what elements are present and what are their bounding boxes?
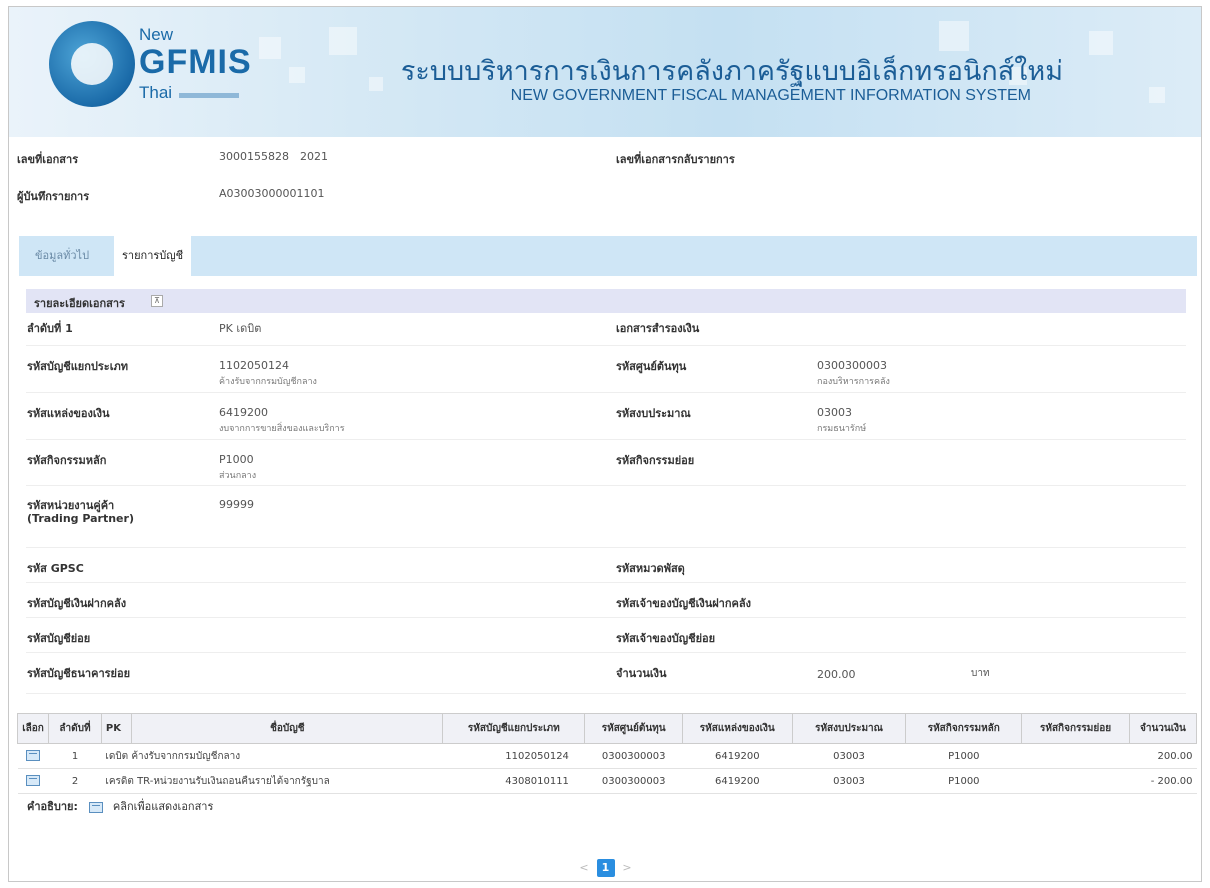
col-cost-center: รหัสศูนย์ต้นทุน [584,713,683,744]
prev-page-button[interactable]: < [575,861,593,874]
pagination: < 1 > [575,859,636,877]
row-gl-code: 4308010111 [442,768,585,794]
cost-center-label: รหัสศูนย์ต้นทุน [616,360,687,373]
section-header: รายละเอียดเอกสาร ⊼ [26,289,1186,313]
logo-thai-text: Thai [139,83,173,102]
budget-name: กรมธนารักษ์ [817,424,867,434]
sub-account-label: รหัสบัญชีย่อย [27,632,91,645]
legend-label: คำอธิบาย: [27,800,78,813]
document-icon[interactable] [26,775,41,787]
row-amount: - 200.00 [1129,768,1197,794]
row-seq: 2 [48,768,102,794]
fund-label: รหัสแหล่งของเงิน [27,407,110,420]
sub-account-owner-label: รหัสเจ้าของบัญชีย่อย [616,632,716,645]
col-gl-code: รหัสบัญชีแยกประเภท [442,713,586,744]
account-items-table: เลือก ลำดับที่ PK ชื่อบัญชี รหัสบัญชีแยก… [16,713,1198,794]
main-activity-label: รหัสกิจกรรมหลัก [27,454,107,467]
table-row: 2 เครดิต TR-หน่วยงานรับเงินถอนคืนรายได้จ… [17,768,1197,794]
fund-code: 6419200 [219,406,268,419]
cost-center-code: 0300300003 [817,359,887,372]
seq-label: ลำดับที่ 1 [27,322,73,335]
row-budget: 03003 [792,768,906,794]
trading-partner-code: 99999 [219,498,254,511]
budget-label: รหัสงบประมาณ [616,407,691,420]
tab-general-info[interactable]: ข้อมูลทั่วไป [27,236,97,276]
col-main-activity: รหัสกิจกรรมหลัก [905,713,1023,744]
sub-activity-label: รหัสกิจกรรมย่อย [616,454,695,467]
row-sub-activity [1021,743,1130,769]
main-activity-name: ส่วนกลาง [219,471,257,481]
col-pk: PK [100,713,133,744]
col-seq: ลำดับที่ [48,713,102,744]
row-seq: 1 [48,743,102,769]
row-pk: เดบิต [105,750,129,762]
row-account-name: TR-หน่วยงานรับเงินถอนคืนรายได้จากรัฐบาล [137,775,330,787]
row-budget: 03003 [792,743,906,769]
col-select: เลือก [16,713,50,744]
gl-name: ค้างรับจากกรมบัญชีกลาง [219,377,317,387]
col-account-name: ชื่อบัญชี [131,713,444,744]
deposit-account-label: รหัสบัญชีเงินฝากคลัง [27,597,127,610]
next-page-button[interactable]: > [618,861,636,874]
row-cost-center: 0300300003 [584,743,683,769]
table-row: 1 เดบิต ค้างรับจากกรมบัญชีกลาง 110205012… [17,743,1197,769]
tab-bar: ข้อมูลทั่วไป รายการบัญชี [19,236,1197,276]
doc-no-value: 3000155828 [219,150,289,163]
col-fund: รหัสแหล่งของเงิน [681,713,793,744]
gfmis-logo-icon [49,21,135,107]
row-fund: 6419200 [682,743,793,769]
row-fund: 6419200 [682,768,793,794]
row-amount: 200.00 [1129,743,1197,769]
row-account-name: ค้างรับจากกรมบัญชีกลาง [131,750,241,762]
logo-tagline-mark [179,93,239,98]
legend: คำอธิบาย: คลิกเพื่อแสดงเอกสาร [27,797,213,815]
header-banner: New GFMIS Thai ระบบบริหารการเงินการคลังภ… [9,7,1201,137]
pk-value: PK เดบิต [219,322,262,335]
logo-gfmis-text: GFMIS [139,43,252,81]
gpsc-label: รหัส GPSC [27,562,84,575]
currency-label: บาท [971,668,990,679]
row-main-activity: P1000 [905,768,1022,794]
tab-account-items[interactable]: รายการบัญชี [113,236,192,276]
amount-label: จำนวนเงิน [616,667,667,680]
table-header-row: เลือก ลำดับที่ PK ชื่อบัญชี รหัสบัญชีแยก… [16,713,1198,744]
col-amount: จำนวนเงิน [1128,713,1198,744]
reverse-doc-label: เลขที่เอกสารกลับรายการ [616,153,735,166]
deposit-owner-label: รหัสเจ้าของบัญชีเงินฝากคลัง [616,597,751,610]
cost-center-name: กองบริหารการคลัง [817,377,890,387]
material-label: รหัสหมวดพัสดุ [616,562,685,575]
fund-name: งบจากการขายสิ่งของและบริการ [219,424,345,434]
bank-sub-account-label: รหัสบัญชีธนาคารย่อย [27,667,131,680]
doc-year-value: 2021 [300,150,328,163]
main-activity-code: P1000 [219,453,254,466]
trading-partner-label-en: (Trading Partner) [27,512,134,525]
row-gl-code: 1102050124 [442,743,585,769]
amount-value: 200.00 [817,668,856,681]
col-sub-activity: รหัสกิจกรรมย่อย [1021,713,1130,744]
system-title-en: NEW GOVERNMENT FISCAL MANAGEMENT INFORMA… [510,87,1031,104]
section-title: รายละเอียดเอกสาร [34,297,125,310]
document-icon[interactable] [26,750,41,762]
row-cost-center: 0300300003 [584,768,683,794]
system-title-th: ระบบบริหารการเงินการคลังภาครัฐแบบอิเล็กท… [400,56,1063,86]
collapse-icon[interactable]: ⊼ [151,295,163,307]
reserve-doc-label: เอกสารสำรองเงิน [616,322,700,335]
app-frame: New GFMIS Thai ระบบบริหารการเงินการคลังภ… [8,6,1202,882]
col-budget: รหัสงบประมาณ [791,713,907,744]
doc-no-label: เลขที่เอกสาร [17,153,79,166]
page-1-button[interactable]: 1 [596,859,615,877]
legend-text: คลิกเพื่อแสดงเอกสาร [112,800,214,813]
document-icon [89,801,104,813]
logo-new-text: New [139,25,174,44]
gl-code: 1102050124 [219,359,289,372]
gl-label: รหัสบัญชีแยกประเภท [27,360,128,373]
budget-code: 03003 [817,406,852,419]
recorder-value: A03003000001101 [219,187,325,200]
row-pk: เครดิต [105,775,134,787]
row-main-activity: P1000 [905,743,1022,769]
row-sub-activity [1021,768,1130,794]
recorder-label: ผู้บันทึกรายการ [17,190,90,203]
